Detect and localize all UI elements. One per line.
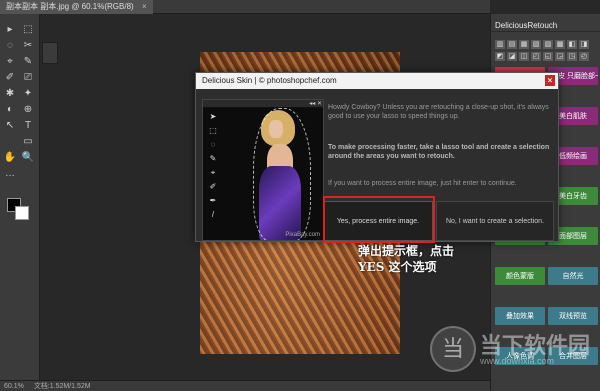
tool-icon[interactable]: ◲	[555, 52, 565, 61]
preview-credit: PixaBay.com	[285, 232, 320, 238]
panel-icon-row: ▥ ▤ ▦ ▧ ▨ ▩ ◧ ◨ ◩ ◪ ◫ ◰ ◱ ◲ ◳ ◴	[495, 40, 597, 62]
marquee-tool-icon[interactable]: ⬚	[21, 24, 35, 36]
tool-icon[interactable]: ▤	[507, 40, 517, 49]
tool-icon[interactable]: ◨	[579, 40, 589, 49]
gradient-tool-icon[interactable]: ⊕	[21, 104, 35, 116]
document-tab[interactable]: 副本副本 副本.jpg @ 60.1%(RGB/8) ×	[0, 0, 153, 14]
stamp-tool-icon[interactable]: ✱	[3, 88, 17, 100]
quick-select-icon: ✎	[209, 154, 217, 163]
path-select-tool-icon[interactable]: ↖	[3, 120, 17, 132]
tool-icon[interactable]: ◩	[495, 52, 505, 61]
tool-icon[interactable]: ▦	[519, 40, 529, 49]
preview-tools: ➤ ⬚ ◌ ✎ ⌖ ✐ ✒ /	[206, 112, 220, 232]
dialog-title: Delicious Skin | © photoshopchef.com	[202, 76, 337, 85]
eyedropper-tool-icon[interactable]: ✎	[21, 56, 35, 68]
watermark-url: www.downxia.com	[480, 356, 555, 366]
watermark: 当 当下软件园 www.downxia.com	[430, 326, 600, 386]
annotation-text: 弹出提示框，点击 YES 这个选项	[358, 243, 488, 275]
annotation-line-2: YES 这个选项	[358, 260, 437, 274]
dialog-message-1: Howdy Cowboy? Unless you are retouching …	[328, 104, 549, 120]
tool-icon[interactable]: ▩	[555, 40, 565, 49]
preview-close-icon: ◂◂ ✕	[309, 101, 322, 107]
pen-icon: /	[211, 210, 215, 219]
tool-icon[interactable]: ◱	[543, 52, 553, 61]
tool-icon[interactable]: ▥	[495, 40, 505, 49]
preview-image: ◂◂ ✕ ➤ ⬚ ◌ ✎ ⌖ ✐ ✒ / PixaBay.com	[202, 99, 324, 241]
lasso-selection-outline	[253, 108, 311, 240]
brush-tool-icon[interactable]: ⎚	[21, 72, 35, 84]
dialog-message-2: To make processing faster, take a lasso …	[328, 144, 550, 160]
dialog-message-3: If you want to process entire image, jus…	[328, 180, 517, 187]
document-tab-bar: 副本副本 副本.jpg @ 60.1%(RGB/8) ×	[0, 0, 490, 14]
tool-icon[interactable]: ◴	[579, 52, 589, 61]
close-icon[interactable]: ×	[142, 2, 147, 11]
photoshop-window: 副本副本 副本.jpg @ 60.1%(RGB/8) × ▸ ⬚ ◌ ✂ ⌖ ✎…	[0, 0, 600, 391]
zoom-tool-icon[interactable]: 🔍	[21, 152, 35, 164]
dialog-title-bar: Delicious Skin | © photoshopchef.com ×	[196, 73, 558, 89]
tools-panel: ▸ ⬚ ◌ ✂ ⌖ ✎ ✐ ⎚ ✱ ✦ ◐ ⊕ T ↖ ▭ ✋ 🔍 …	[0, 14, 40, 391]
crop-icon: ⌖	[210, 168, 216, 177]
info-icon[interactable]	[42, 42, 58, 64]
crop-tool-icon[interactable]: ⌖	[3, 56, 17, 68]
document-size: 文档:1.52M/1.52M	[33, 383, 91, 390]
lasso-icon: ◌	[210, 140, 216, 149]
quick-select-tool-icon[interactable]: ✂	[21, 40, 35, 52]
watermark-logo: 当	[430, 326, 476, 372]
zoom-level[interactable]: 60.1%	[4, 383, 24, 390]
brush-icon: ✒	[209, 196, 217, 205]
tool-icon[interactable]: ◰	[531, 52, 541, 61]
move-tool-icon[interactable]: ▸	[3, 24, 17, 36]
tool-icon[interactable]: ◧	[567, 40, 577, 49]
document-tab-title: 副本副本 副本.jpg @ 60.1%(RGB/8)	[6, 2, 134, 11]
tool-icon[interactable]: ◪	[507, 52, 517, 61]
retouch-button[interactable]: 颜色蒙版	[495, 267, 545, 285]
move-icon: ➤	[209, 112, 217, 121]
more-tools-icon[interactable]: …	[3, 168, 17, 180]
annotation-line-1: 弹出提示框，点击	[358, 244, 455, 258]
highlight-box	[323, 196, 435, 243]
retouch-button[interactable]: 双线预览	[548, 307, 598, 325]
type-tool-icon[interactable]: T	[21, 120, 35, 132]
tool-icon[interactable]: ◫	[519, 52, 529, 61]
close-icon[interactable]: ×	[545, 75, 555, 86]
create-selection-button[interactable]: No, I want to create a selection.	[436, 201, 554, 241]
model-figure	[243, 108, 323, 240]
background-color-swatch[interactable]	[15, 206, 29, 220]
eyedropper-icon: ✐	[209, 182, 217, 191]
retouch-button[interactable]: 叠加效果	[495, 307, 545, 325]
panel-title: DeliciousRetouch	[491, 20, 600, 32]
eraser-tool-icon[interactable]: ◐	[3, 104, 17, 116]
lasso-tool-icon[interactable]: ◌	[3, 40, 17, 52]
marquee-icon: ⬚	[209, 126, 217, 135]
status-bar: 60.1% 文档:1.52M/1.52M	[0, 380, 490, 391]
retouch-button[interactable]: 自然光	[548, 267, 598, 285]
history-brush-tool-icon[interactable]: ✦	[21, 88, 35, 100]
hand-tool-icon[interactable]: ✋	[3, 152, 17, 164]
tool-icon[interactable]: ▧	[531, 40, 541, 49]
tool-icon[interactable]: ▨	[543, 40, 553, 49]
tool-icon[interactable]: ◳	[567, 52, 577, 61]
healing-tool-icon[interactable]: ✐	[3, 72, 17, 84]
shape-tool-icon[interactable]: ▭	[21, 136, 35, 148]
preview-toolbar: ◂◂ ✕	[203, 100, 323, 108]
